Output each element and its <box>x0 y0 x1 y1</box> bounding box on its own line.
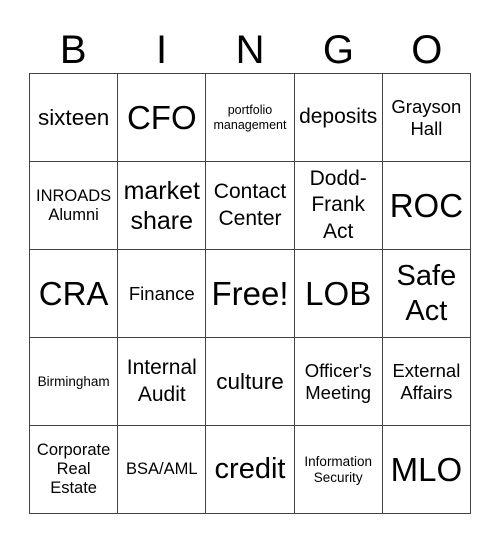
bingo-cell[interactable]: ROC <box>382 162 471 250</box>
bingo-cell[interactable]: BSA/AML <box>118 426 207 514</box>
bingo-cell[interactable]: Information Security <box>294 426 383 514</box>
bingo-cell[interactable]: Corporate Real Estate <box>30 426 119 514</box>
bingo-cell[interactable]: sixteen <box>30 74 119 162</box>
bingo-cell[interactable]: Contact Center <box>206 162 295 250</box>
bingo-cell[interactable]: culture <box>206 338 295 426</box>
bingo-cell[interactable]: Officer's Meeting <box>294 338 383 426</box>
bingo-cell[interactable]: market share <box>118 162 207 250</box>
header-letter-n: N <box>235 28 265 72</box>
bingo-cell[interactable]: Internal Audit <box>118 338 207 426</box>
header-letter-b: B <box>59 28 87 72</box>
bingo-cell[interactable]: MLO <box>382 426 471 514</box>
bingo-header: B I N G O <box>29 28 471 72</box>
bingo-cell[interactable]: portfolio management <box>206 74 295 162</box>
header-letter-g: G <box>322 28 354 72</box>
bingo-cell[interactable]: CFO <box>118 74 207 162</box>
free-space-cell[interactable]: Free! <box>206 250 295 338</box>
bingo-cell[interactable]: INROADS Alumni <box>30 162 119 250</box>
bingo-cell[interactable]: CRA <box>30 250 119 338</box>
header-letter-o: O <box>411 28 443 72</box>
bingo-cell[interactable]: credit <box>206 426 295 514</box>
bingo-cell[interactable]: Safe Act <box>382 250 471 338</box>
bingo-cell[interactable]: Birmingham <box>30 338 119 426</box>
bingo-cell[interactable]: deposits <box>294 74 383 162</box>
bingo-card: sixteen CFO portfolio management deposit… <box>29 73 471 514</box>
header-letter-i: I <box>156 28 168 72</box>
bingo-cell[interactable]: LOB <box>294 250 383 338</box>
bingo-cell[interactable]: Dodd- Frank Act <box>294 162 383 250</box>
bingo-cell[interactable]: Finance <box>118 250 207 338</box>
bingo-cell[interactable]: External Affairs <box>382 338 471 426</box>
bingo-cell[interactable]: Grayson Hall <box>382 74 471 162</box>
